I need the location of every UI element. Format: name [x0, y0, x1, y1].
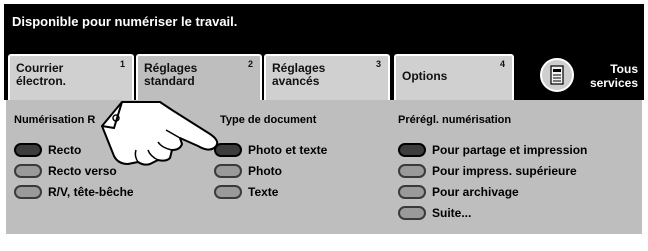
radio-pill — [398, 143, 426, 157]
tab-label: Réglages standard — [144, 61, 198, 88]
option-texte[interactable]: Texte — [214, 184, 278, 200]
tab-options[interactable]: Options 4 — [394, 54, 514, 100]
radio-pill — [14, 164, 42, 178]
option-label: Suite... — [432, 206, 472, 220]
radio-pill — [214, 185, 242, 199]
option-label: Pour partage et impression — [432, 143, 588, 157]
section-title-type-document: Type de document — [220, 114, 317, 126]
radio-pill — [398, 164, 426, 178]
option-label: Recto — [48, 143, 82, 157]
option-photo-et-texte[interactable]: Photo et texte — [214, 142, 327, 158]
option-label: Pour impress. supérieure — [432, 164, 577, 178]
radio-pill — [398, 206, 426, 220]
tab-reglages-avances[interactable]: Réglages avancés 3 — [264, 54, 390, 100]
tab-reglages-standard[interactable]: Réglages standard 2 — [136, 54, 262, 102]
tab-number: 3 — [375, 59, 381, 69]
section-title-preregl: Prérégl. numérisation — [398, 114, 512, 126]
tab-courrier-electron[interactable]: Courrier électron. 1 — [8, 54, 134, 100]
tab-number: 1 — [119, 59, 125, 69]
option-pour-partage[interactable]: Pour partage et impression — [398, 142, 587, 158]
tab-number: 4 — [499, 59, 505, 69]
tab-label: Courrier électron. — [16, 61, 67, 88]
copier-machine-icon[interactable] — [540, 58, 574, 92]
option-label: Texte — [248, 185, 279, 199]
tab-label: Options — [402, 69, 448, 83]
section-title-numerisation: Numérisation R — [14, 114, 96, 126]
status-message: Disponible pour numériser le travail. — [12, 14, 238, 29]
option-label: Pour archivage — [432, 185, 519, 199]
tab-label: Réglages avancés — [272, 61, 326, 88]
screen: Disponible pour numériser le travail. Co… — [0, 0, 648, 251]
bottom-margin — [0, 240, 648, 251]
option-suite[interactable]: Suite... — [398, 205, 471, 221]
option-label: Photo et texte — [248, 143, 328, 157]
option-label: Photo — [248, 164, 282, 178]
radio-pill — [14, 185, 42, 199]
radio-pill — [14, 143, 42, 157]
option-rv-tete-beche[interactable]: R/V, tête-bêche — [14, 184, 134, 200]
option-recto[interactable]: Recto — [14, 142, 81, 158]
tab-number: 2 — [247, 59, 253, 69]
option-pour-archivage[interactable]: Pour archivage — [398, 184, 519, 200]
tous-services-button[interactable]: Tous services — [582, 62, 638, 90]
radio-pill — [398, 185, 426, 199]
pointing-hand-icon — [100, 98, 230, 173]
option-label: R/V, tête-bêche — [48, 185, 134, 199]
option-pour-impress-superieure[interactable]: Pour impress. supérieure — [398, 163, 577, 179]
